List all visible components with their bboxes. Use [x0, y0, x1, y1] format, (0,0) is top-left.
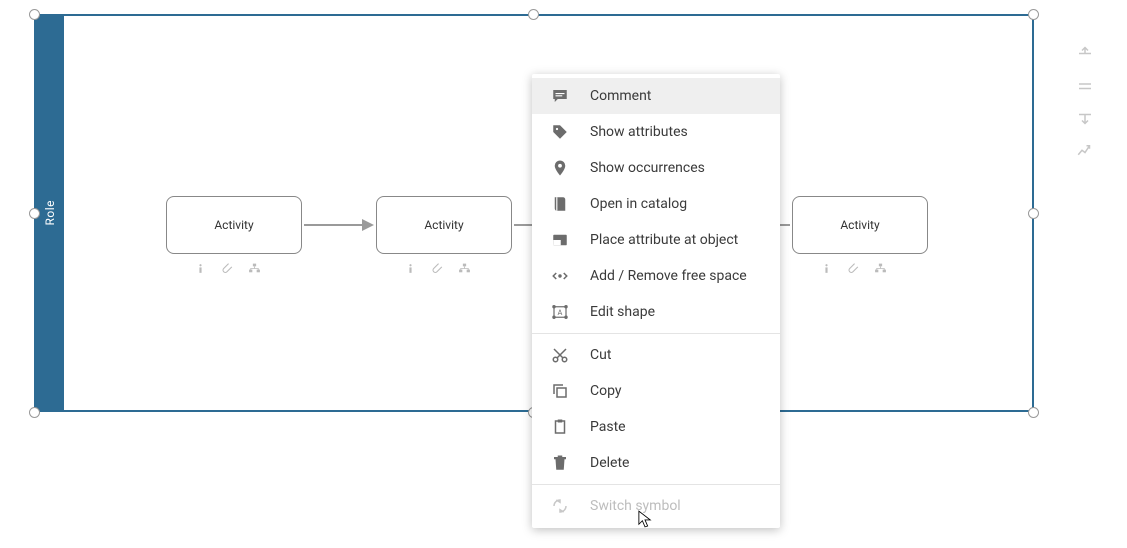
menu-item-label: Comment: [590, 88, 651, 104]
menu-item-free-space[interactable]: Add / Remove free space: [532, 258, 780, 294]
selection-handle[interactable]: [29, 208, 40, 219]
org-icon: [248, 260, 261, 279]
pool-label: Role: [43, 200, 57, 226]
diagram-canvas[interactable]: Role Activity Activity Activity: [0, 0, 1127, 548]
info-icon: [820, 260, 833, 279]
menu-item-edit-shape[interactable]: A Edit shape: [532, 294, 780, 330]
switch-symbol-icon: [550, 497, 570, 515]
menu-item-open-catalog[interactable]: Open in catalog: [532, 186, 780, 222]
activity-attachments: [404, 260, 471, 279]
align-middle-icon[interactable]: [1075, 78, 1099, 100]
menu-item-label: Place attribute at object: [590, 232, 738, 248]
menu-item-switch-symbol: Switch symbol: [532, 488, 780, 524]
tag-icon: [550, 123, 570, 141]
location-icon: [550, 159, 570, 177]
menu-item-label: Paste: [590, 419, 626, 435]
menu-item-label: Cut: [590, 347, 611, 363]
activity-label: Activity: [214, 218, 253, 232]
activity-node[interactable]: Activity: [792, 196, 928, 254]
selection-handle[interactable]: [1028, 9, 1039, 20]
book-icon: [550, 195, 570, 213]
menu-item-label: Add / Remove free space: [590, 268, 747, 284]
menu-item-show-occurrences[interactable]: Show occurrences: [532, 150, 780, 186]
comment-icon: [550, 87, 570, 105]
menu-item-label: Edit shape: [590, 304, 655, 320]
attachment-icon: [431, 260, 444, 279]
menu-item-paste[interactable]: Paste: [532, 409, 780, 445]
align-bottom-icon[interactable]: [1075, 110, 1099, 132]
side-toolbar: [1075, 46, 1099, 164]
activity-node[interactable]: Activity: [376, 196, 512, 254]
context-menu: Comment Show attributes Show occurrences…: [532, 74, 780, 528]
menu-item-label: Show attributes: [590, 124, 688, 140]
paste-icon: [550, 418, 570, 436]
menu-item-place-attribute[interactable]: Place attribute at object: [532, 222, 780, 258]
svg-text:A: A: [558, 308, 563, 317]
activity-attachments: [194, 260, 261, 279]
menu-item-label: Show occurrences: [590, 160, 705, 176]
menu-item-comment[interactable]: Comment: [532, 78, 780, 114]
attachment-icon: [221, 260, 234, 279]
menu-item-label: Switch symbol: [590, 498, 681, 514]
free-space-icon: [550, 267, 570, 285]
edit-shape-icon: A: [550, 303, 570, 321]
menu-item-label: Copy: [590, 383, 622, 399]
org-icon: [874, 260, 887, 279]
selection-handle[interactable]: [1028, 208, 1039, 219]
org-icon: [458, 260, 471, 279]
menu-item-show-attributes[interactable]: Show attributes: [532, 114, 780, 150]
menu-separator: [532, 484, 780, 485]
delete-icon: [550, 454, 570, 472]
sequence-flow[interactable]: [304, 224, 362, 226]
sequence-flow[interactable]: [514, 224, 532, 226]
cut-icon: [550, 346, 570, 364]
activity-node[interactable]: Activity: [166, 196, 302, 254]
menu-item-label: Delete: [590, 455, 629, 471]
info-icon: [194, 260, 207, 279]
menu-item-label: Open in catalog: [590, 196, 687, 212]
activity-attachments: [820, 260, 887, 279]
menu-item-delete[interactable]: Delete: [532, 445, 780, 481]
sequence-flow[interactable]: [780, 224, 790, 226]
attachment-icon: [847, 260, 860, 279]
selection-handle[interactable]: [29, 407, 40, 418]
activity-label: Activity: [424, 218, 463, 232]
copy-icon: [550, 382, 570, 400]
arrow-head-icon: [362, 219, 374, 231]
info-icon: [404, 260, 417, 279]
selection-handle[interactable]: [29, 9, 40, 20]
place-attribute-icon: [550, 231, 570, 249]
menu-item-copy[interactable]: Copy: [532, 373, 780, 409]
trend-icon[interactable]: [1075, 142, 1099, 164]
menu-separator: [532, 333, 780, 334]
activity-label: Activity: [840, 218, 879, 232]
cursor-icon: [638, 510, 652, 532]
align-top-icon[interactable]: [1075, 46, 1099, 68]
selection-handle[interactable]: [528, 9, 539, 20]
menu-item-cut[interactable]: Cut: [532, 337, 780, 373]
selection-handle[interactable]: [1028, 407, 1039, 418]
pool-header[interactable]: Role: [36, 16, 64, 410]
